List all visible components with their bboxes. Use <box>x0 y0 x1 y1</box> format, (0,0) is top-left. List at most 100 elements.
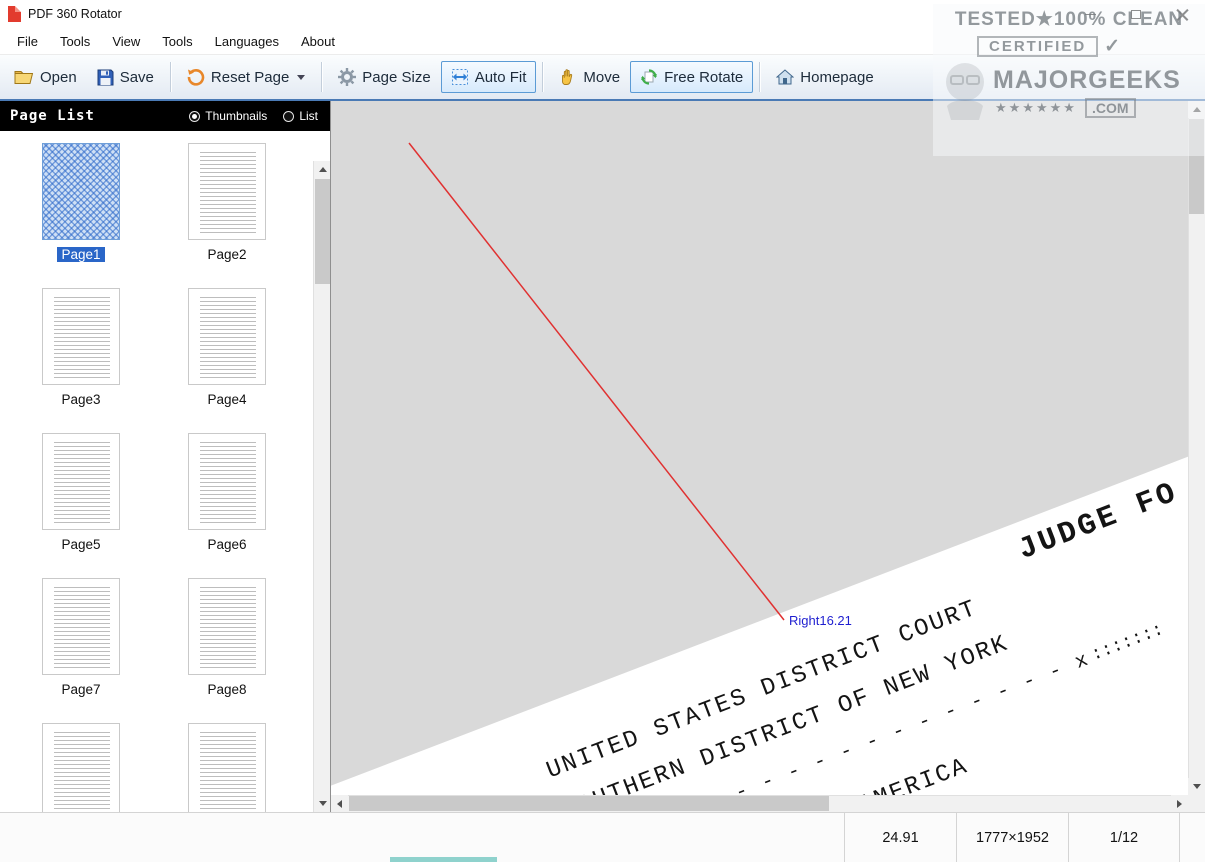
pdf-page: JUDGE FO UNITED STATES DISTRICT COURT SO… <box>331 299 1205 812</box>
pdf-app-icon <box>8 6 21 22</box>
move-button[interactable]: Move <box>549 61 630 93</box>
page-thumbnail-3[interactable]: Page3 <box>42 288 120 433</box>
page-thumbnail-7[interactable]: Page7 <box>42 578 120 723</box>
status-bar: 24.91 1777×1952 1/12 <box>0 812 1205 862</box>
page-dimensions: 1777×1952 <box>956 813 1068 862</box>
page-thumbnail-2[interactable]: Page2 <box>188 143 266 288</box>
page-size-gear-icon <box>338 68 357 86</box>
scrollbar-corner <box>1188 795 1205 812</box>
viewer-scroll-up-button[interactable] <box>1188 101 1205 118</box>
open-folder-icon <box>14 69 34 85</box>
reset-page-button[interactable]: Reset Page <box>177 61 315 93</box>
minimize-button[interactable] <box>1067 0 1113 29</box>
thumbnail-image <box>42 723 120 812</box>
page-list-title: Page List <box>10 108 95 124</box>
viewer-horizontal-scrollbar <box>331 795 1188 812</box>
document-heading: UNITED STATES DISTRICT COURT SOUTHERN DI… <box>540 557 1117 812</box>
homepage-button[interactable]: Homepage <box>766 62 883 93</box>
page-thumbnail-10[interactable] <box>188 723 266 812</box>
maximize-button[interactable] <box>1113 0 1159 29</box>
thumbnail-image <box>188 433 266 530</box>
page-size-button[interactable]: Page Size <box>328 61 440 93</box>
view-mode-list-radio[interactable]: List <box>283 109 318 123</box>
thumbnail-image <box>188 143 266 240</box>
minimize-icon <box>1084 14 1096 15</box>
window-title: PDF 360 Rotator <box>28 7 122 21</box>
save-button-label: Save <box>119 68 154 86</box>
menu-languages[interactable]: Languages <box>204 30 290 53</box>
reset-page-icon <box>187 68 205 86</box>
thumbnail-image-selected <box>42 143 120 240</box>
thumbnail-image <box>188 578 266 675</box>
toolbar-separator <box>169 62 171 92</box>
toolbar: Open Save Reset Page Page Size Auto Fit … <box>0 55 1205 101</box>
toolbar-separator <box>321 62 323 92</box>
page-thumbnail-1[interactable]: Page1 <box>42 143 120 288</box>
reset-page-button-label: Reset Page <box>210 68 290 86</box>
page-thumbnail-9[interactable] <box>42 723 120 812</box>
open-button[interactable]: Open <box>4 62 87 93</box>
toolbar-separator <box>542 62 544 92</box>
free-rotate-button-label: Free Rotate <box>664 68 744 86</box>
page-thumbnail-5[interactable]: Page5 <box>42 433 120 578</box>
auto-fit-button-label: Auto Fit <box>474 68 527 86</box>
title-bar: PDF 360 Rotator <box>0 0 1205 28</box>
close-button[interactable] <box>1159 0 1205 29</box>
viewer-vertical-scrollbar <box>1188 101 1205 795</box>
view-mode-thumbnails-radio[interactable]: Thumbnails <box>189 109 267 123</box>
arrow-up-icon <box>1192 107 1201 112</box>
toolbar-separator <box>759 62 761 92</box>
arrow-right-icon <box>1177 799 1182 808</box>
sidebar-scroll-up-button[interactable] <box>314 161 330 178</box>
maximize-icon <box>1131 10 1141 19</box>
sidebar-scrollbar <box>313 161 330 812</box>
viewer-scroll-down-button[interactable] <box>1188 778 1205 795</box>
radio-selected-icon <box>189 110 201 122</box>
taskbar-sliver <box>390 857 497 862</box>
chevron-down-icon <box>297 75 306 84</box>
thumbnail-panel: Page1 Page2 Page3 Page4 Page5 Page6 Page… <box>0 131 330 812</box>
save-button[interactable]: Save <box>87 62 164 93</box>
document-judge-line: JUDGE FO <box>1014 476 1184 569</box>
menu-about[interactable]: About <box>290 30 346 53</box>
page-label: Page6 <box>207 537 247 552</box>
page-list-sidebar: Page List Thumbnails List Page1 Page2 Pa… <box>0 101 331 812</box>
arrow-down-icon <box>318 801 327 806</box>
page-label: Page2 <box>207 247 247 262</box>
free-rotate-button[interactable]: Free Rotate <box>630 61 754 93</box>
viewer-scroll-left-button[interactable] <box>331 795 348 812</box>
homepage-house-icon <box>776 69 795 85</box>
sidebar-scroll-down-button[interactable] <box>314 795 330 812</box>
close-icon <box>1176 8 1189 21</box>
page-thumbnail-6[interactable]: Page6 <box>188 433 266 578</box>
page-indicator: 1/12 <box>1068 813 1180 862</box>
auto-fit-button[interactable]: Auto Fit <box>440 61 537 93</box>
radio-unselected-icon <box>283 110 295 122</box>
arrow-down-icon <box>1192 784 1201 789</box>
thumbnail-image <box>188 723 266 812</box>
viewer-horizontal-scroll-thumb[interactable] <box>349 796 829 811</box>
sidebar-scroll-thumb[interactable] <box>315 179 330 284</box>
content-area: Page List Thumbnails List Page1 Page2 Pa… <box>0 101 1205 812</box>
zoom-value: 24.91 <box>844 813 956 862</box>
rotation-angle-label: Right16.21 <box>789 613 852 628</box>
thumbnails-radio-label: Thumbnails <box>205 109 268 123</box>
page-thumbnail-8[interactable]: Page8 <box>188 578 266 723</box>
thumbnail-image <box>42 288 120 385</box>
free-rotate-icon <box>640 68 658 86</box>
document-viewer[interactable]: JUDGE FO UNITED STATES DISTRICT COURT SO… <box>331 101 1205 812</box>
menu-view[interactable]: View <box>101 30 151 53</box>
open-button-label: Open <box>40 68 77 86</box>
menu-tools[interactable]: Tools <box>49 30 101 53</box>
viewer-vertical-scroll-thumb[interactable] <box>1189 119 1204 214</box>
thumbnail-image <box>42 433 120 530</box>
menu-tools-2[interactable]: Tools <box>151 30 203 53</box>
thumbnail-image <box>42 578 120 675</box>
page-label: Page8 <box>207 682 247 697</box>
viewer-scroll-right-button[interactable] <box>1171 795 1188 812</box>
page-label: Page5 <box>61 537 101 552</box>
page-thumbnail-4[interactable]: Page4 <box>188 288 266 433</box>
menu-file[interactable]: File <box>6 30 49 53</box>
auto-fit-icon <box>451 68 469 86</box>
thumbnail-grid: Page1 Page2 Page3 Page4 Page5 Page6 Page… <box>0 131 330 812</box>
